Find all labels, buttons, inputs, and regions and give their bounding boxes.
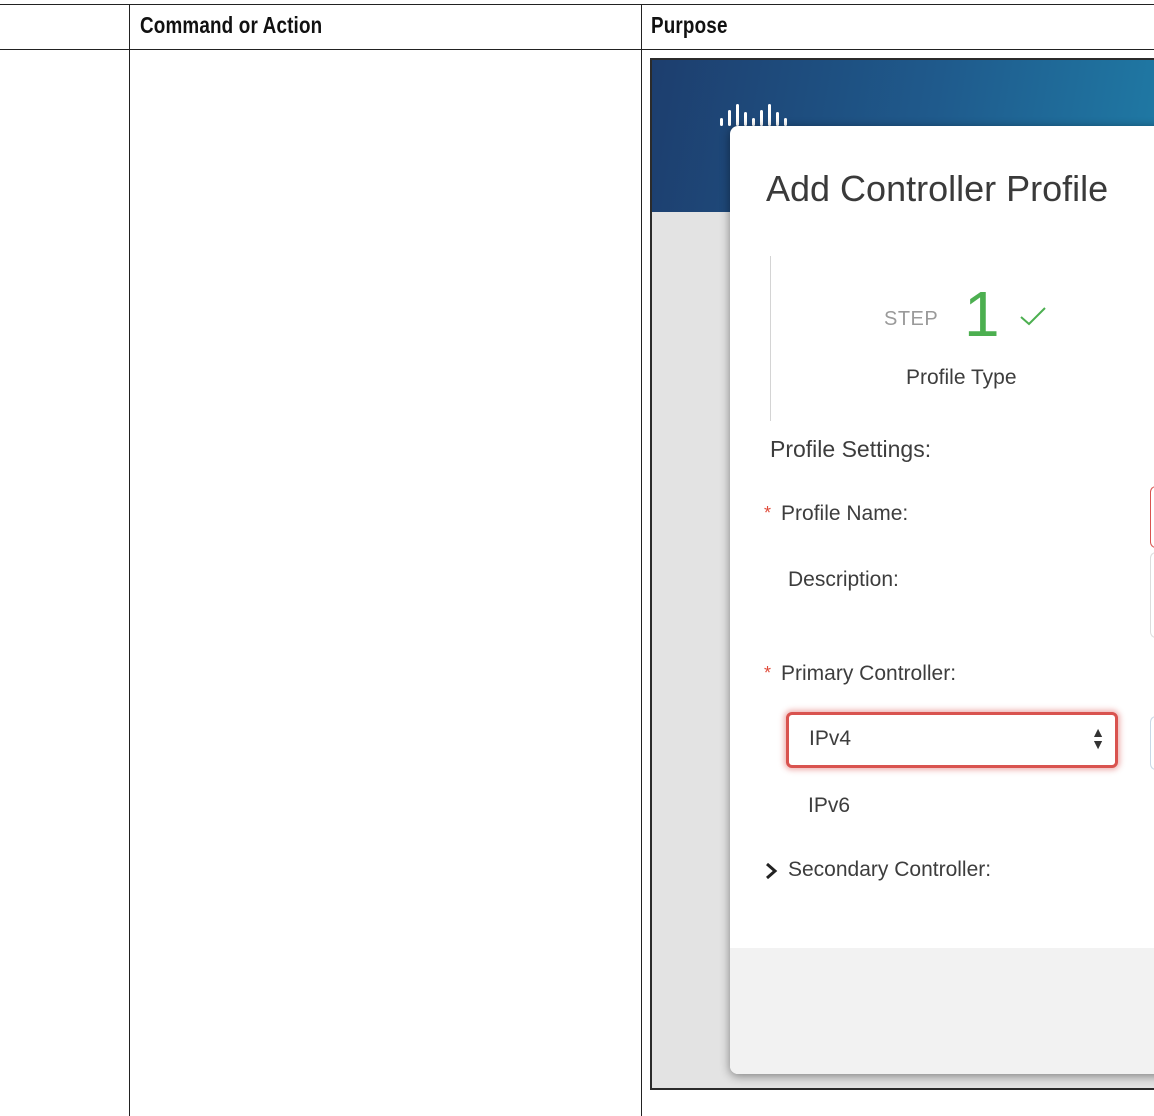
column-header-command: Command or Action: [140, 12, 323, 38]
dialog-title: Add Controller Profile: [766, 168, 1109, 209]
primary-controller-text: Primary Controller:: [781, 662, 957, 685]
column-header-purpose: Purpose: [651, 12, 728, 38]
profile-name-input-edge[interactable]: [1150, 486, 1154, 548]
select-updown-icon: ▲ ▼: [1091, 724, 1105, 752]
embedded-screenshot: Add Controller Profile STEP 1 Profile Ty…: [650, 58, 1154, 1090]
step-divider: [770, 256, 771, 421]
table-header-divider: [0, 49, 1154, 50]
primary-controller-input-edge[interactable]: [1150, 716, 1154, 770]
primary-controller-label: * Primary Controller:: [764, 662, 956, 686]
table-top-border: [0, 4, 1154, 5]
profile-name-label: * Profile Name:: [764, 502, 908, 526]
step-label: Profile Type: [906, 366, 1017, 389]
ip-version-select[interactable]: IPv4 ▲ ▼: [786, 712, 1118, 768]
ipv6-option[interactable]: IPv6: [808, 794, 850, 818]
chevron-right-icon[interactable]: [764, 862, 780, 880]
profile-name-text: Profile Name:: [781, 502, 909, 525]
dialog-footer: [730, 948, 1154, 1074]
ip-version-selected: IPv4: [809, 727, 852, 750]
check-icon: [1020, 307, 1046, 326]
column-divider-2: [641, 4, 642, 1116]
add-controller-profile-dialog: Add Controller Profile STEP 1 Profile Ty…: [730, 126, 1154, 1074]
required-asterisk-icon: *: [764, 503, 772, 523]
profile-settings-heading: Profile Settings:: [770, 436, 932, 462]
description-input-edge[interactable]: [1150, 552, 1154, 638]
column-divider-1: [129, 4, 130, 1116]
secondary-controller-label[interactable]: Secondary Controller:: [788, 858, 991, 882]
description-label: Description:: [788, 568, 899, 591]
step-word: STEP: [884, 308, 939, 330]
step-number: 1: [964, 278, 1000, 350]
required-asterisk-icon: *: [764, 663, 772, 683]
